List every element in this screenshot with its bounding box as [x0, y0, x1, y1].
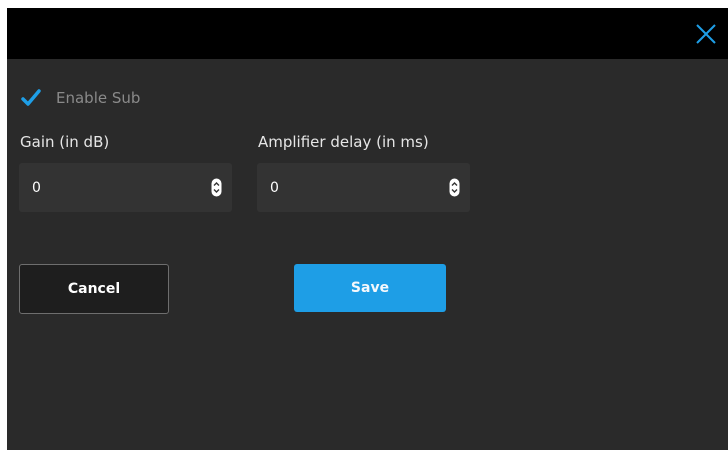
gain-input[interactable]: 0 [19, 163, 232, 212]
close-icon [696, 24, 716, 44]
close-button[interactable] [692, 20, 720, 48]
sub-settings-dialog: Enable Sub Gain (in dB) 0 Amplifier dela… [7, 8, 728, 450]
checkmark-icon [21, 89, 41, 106]
spinner-icon[interactable] [449, 178, 460, 197]
cancel-button[interactable]: Cancel [19, 264, 169, 314]
dialog-titlebar [7, 8, 728, 59]
enable-sub-checkbox[interactable]: Enable Sub [20, 86, 140, 110]
gain-label: Gain (in dB) [20, 133, 110, 151]
gain-value: 0 [32, 179, 41, 196]
amplifier-delay-value: 0 [270, 179, 279, 196]
enable-sub-label: Enable Sub [56, 89, 141, 107]
amplifier-delay-label: Amplifier delay (in ms) [258, 133, 429, 151]
save-button[interactable]: Save [294, 264, 446, 312]
spinner-icon[interactable] [211, 178, 222, 197]
amplifier-delay-input[interactable]: 0 [257, 163, 470, 212]
